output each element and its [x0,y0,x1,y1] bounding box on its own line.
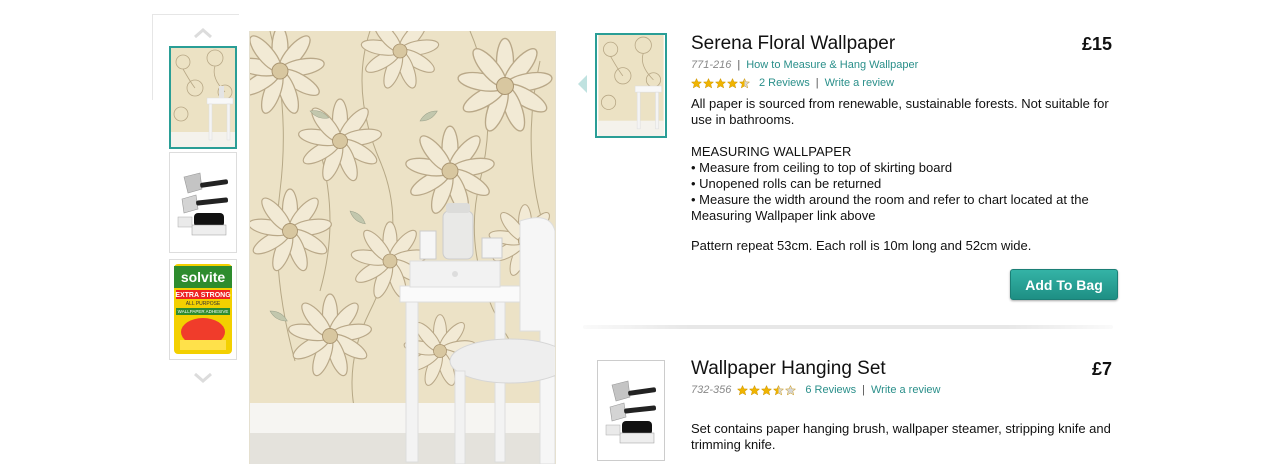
thumbnail-hanging-set[interactable] [169,152,237,253]
rating-stars [691,77,751,89]
meta-separator: | [862,384,865,396]
product-price: £15 [1081,34,1112,54]
star-icon [761,384,773,395]
rating-stars [737,384,797,396]
description-bullet: • Measure the width around the room and … [691,192,1089,223]
star-icon [785,384,797,395]
add-to-bag-button[interactable]: Add To Bag [1010,269,1118,300]
product-meta: 771-216 | How to Measure & Hang Wallpape… [691,59,918,71]
write-review-link[interactable]: Write a review [871,384,940,396]
wallpaper-room-image [171,48,235,147]
floral-wallpaper-room-image [250,31,555,464]
product-rating-row: 732-356 6 Reviews | Write a review [691,384,940,396]
star-icon [737,384,749,395]
selected-pointer [578,75,587,93]
main-product-image[interactable] [249,31,556,464]
meta-separator: | [815,77,819,89]
chevron-down-icon[interactable] [192,371,214,387]
reviews-link[interactable]: 6 Reviews [805,384,856,396]
product-hanging-set-image [598,361,664,460]
product-code: 771-216 [691,59,732,71]
star-icon [703,77,714,88]
star-icon [715,77,726,88]
product-thumbnail-hanging-set[interactable] [597,360,665,461]
product-price: £7 [1091,359,1112,379]
description-paragraph: All paper is sourced from renewable, sus… [691,96,1109,127]
product-thumbnail-wallpaper[interactable] [595,33,667,138]
product-rating-row: 2 Reviews | Write a review [691,77,894,89]
description-paragraph: Set contains paper hanging brush, wallpa… [691,421,1111,452]
product-description: All paper is sourced from renewable, sus… [691,96,1121,254]
paste-type-label: WALLPAPER ADHESIVE [178,309,229,314]
product-divider [583,325,1113,329]
paste-packet-image: solvite EXTRA STRONG ALL PURPOSE WALLPAP… [170,260,236,359]
thumbnail-paste[interactable]: solvite EXTRA STRONG ALL PURPOSE WALLPAP… [169,259,237,360]
product-title[interactable]: Serena Floral Wallpaper [691,33,895,55]
product-description: Set contains paper hanging brush, wallpa… [691,421,1121,453]
reviews-link[interactable]: 2 Reviews [759,77,810,89]
star-icon [739,77,750,88]
product-code: 732-356 [691,384,732,396]
how-to-measure-link[interactable]: How to Measure & Hang Wallpaper [746,59,918,71]
product-title[interactable]: Wallpaper Hanging Set [691,358,886,380]
product-wallpaper-image [598,35,664,136]
measuring-heading: MEASURING WALLPAPER [691,144,852,159]
description-bullet: • Measure from ceiling to top of skirtin… [691,160,953,175]
star-icon [727,77,738,88]
star-icon [691,77,702,88]
paste-brand-label: solvite [181,269,226,285]
star-icon [773,384,785,395]
thumbnail-wallpaper[interactable] [169,46,237,149]
hanging-set-image [170,153,236,252]
description-bullet: • Unopened rolls can be returned [691,176,882,191]
chevron-up-icon[interactable] [192,26,214,42]
pattern-info: Pattern repeat 53cm. Each roll is 10m lo… [691,238,1032,253]
star-icon [749,384,761,395]
write-review-link[interactable]: Write a review [825,77,894,89]
paste-strength-label: EXTRA STRONG [175,292,231,299]
meta-separator: | [737,59,741,71]
paste-purpose-label: ALL PURPOSE [186,301,221,307]
